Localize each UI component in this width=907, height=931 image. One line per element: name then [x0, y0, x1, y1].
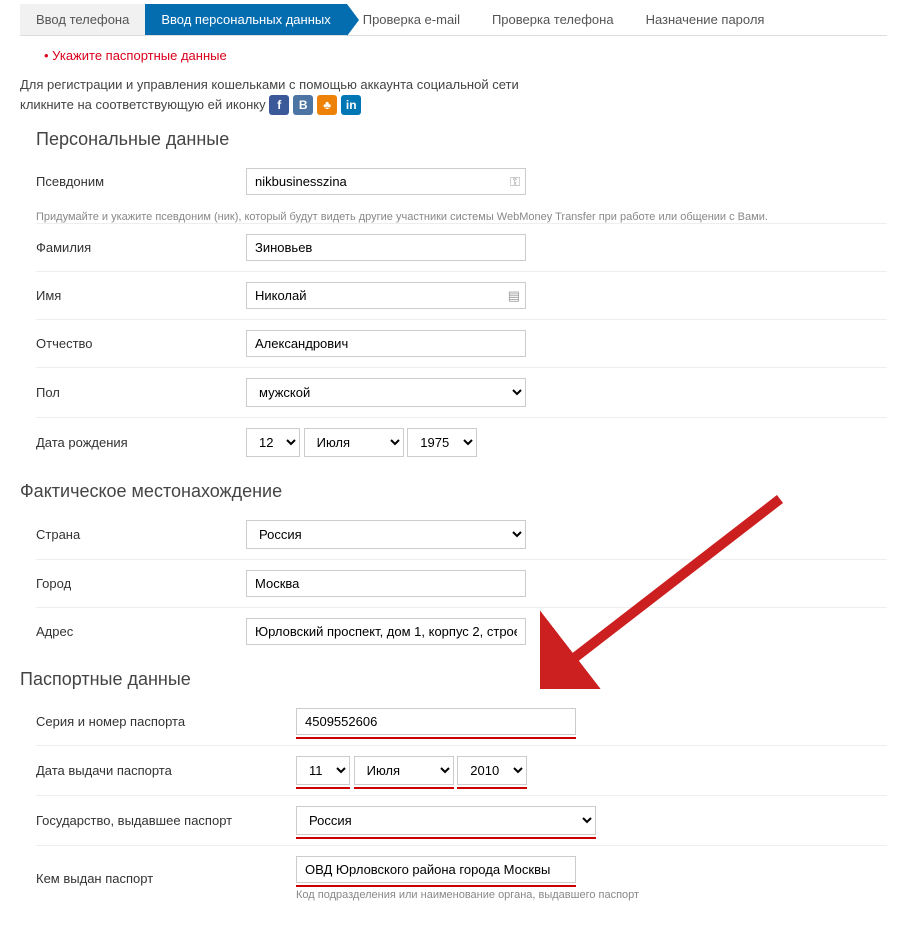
name-label: Имя [36, 288, 246, 303]
passport-series-input[interactable] [296, 708, 576, 735]
section-location-title: Фактическое местонахождение [20, 481, 887, 502]
step-phone-check[interactable]: Проверка телефона [476, 4, 630, 35]
step-phone[interactable]: Ввод телефона [20, 4, 145, 35]
issue-month-select[interactable]: Июля [354, 756, 454, 785]
section-personal-title: Персональные данные [36, 129, 887, 150]
surname-input[interactable] [246, 234, 526, 261]
issue-day-select[interactable]: 11 [296, 756, 350, 785]
passport-issue-date-label: Дата выдачи паспорта [36, 763, 296, 778]
linkedin-icon[interactable]: in [341, 95, 361, 115]
issue-year-select[interactable]: 2010 [457, 756, 527, 785]
passport-issued-by-hint: Код подразделения или наименование орган… [296, 889, 887, 901]
nickname-input[interactable] [246, 168, 526, 195]
error-message: Укажите паспортные данные [44, 48, 887, 63]
step-email[interactable]: Проверка e-mail [347, 4, 476, 35]
dob-month-select[interactable]: Июля [304, 428, 404, 457]
country-select[interactable]: Россия [246, 520, 526, 549]
patronymic-label: Отчество [36, 336, 246, 351]
steps-bar: Ввод телефона Ввод персональных данных П… [20, 4, 887, 36]
facebook-icon[interactable]: f [269, 95, 289, 115]
dob-day-select[interactable]: 12 [246, 428, 300, 457]
city-input[interactable] [246, 570, 526, 597]
intro-line1: Для регистрации и управления кошельками … [20, 77, 519, 92]
city-label: Город [36, 576, 246, 591]
nickname-label: Псевдоним [36, 174, 246, 189]
intro-text: Для регистрации и управления кошельками … [20, 75, 887, 115]
patronymic-input[interactable] [246, 330, 526, 357]
passport-state-label: Государство, выдавшее паспорт [36, 813, 296, 828]
odnoklassniki-icon[interactable]: ♣ [317, 95, 337, 115]
address-label: Адрес [36, 624, 246, 639]
surname-label: Фамилия [36, 240, 246, 255]
intro-line2: кликните на соответствующую ей иконку [20, 97, 266, 112]
country-label: Страна [36, 527, 246, 542]
section-passport-title: Паспортные данные [20, 669, 887, 690]
passport-state-select[interactable]: Россия [296, 806, 596, 835]
passport-issued-by-label: Кем выдан паспорт [36, 871, 296, 886]
passport-series-label: Серия и номер паспорта [36, 714, 296, 729]
key-icon: ⚿ [510, 174, 520, 190]
dob-year-select[interactable]: 1975 [407, 428, 477, 457]
name-input[interactable] [246, 282, 526, 309]
address-input[interactable] [246, 618, 526, 645]
vkontakte-icon[interactable]: B [293, 95, 313, 115]
nickname-hint: Придумайте и укажите псевдоним (ник), ко… [36, 211, 887, 223]
step-personal[interactable]: Ввод персональных данных [145, 4, 346, 35]
dob-label: Дата рождения [36, 435, 246, 450]
contact-icon: ▤ [508, 288, 520, 304]
passport-issued-by-input[interactable] [296, 856, 576, 883]
step-password[interactable]: Назначение пароля [630, 4, 781, 35]
gender-select[interactable]: мужской [246, 378, 526, 407]
gender-label: Пол [36, 385, 246, 400]
